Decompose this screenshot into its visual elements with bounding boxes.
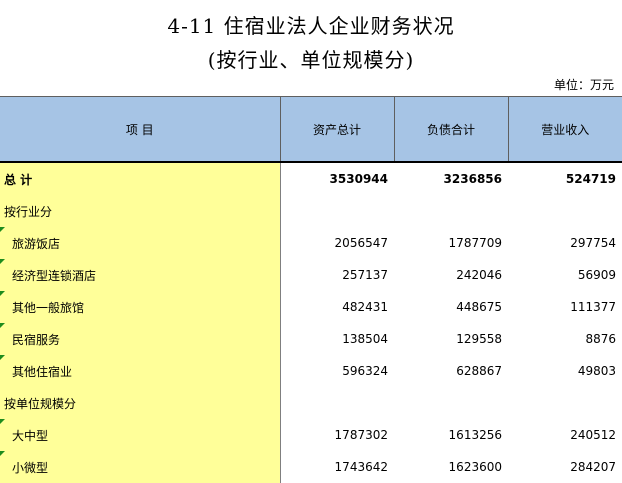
table-row: 民宿服务 138504 129558 8876: [0, 323, 622, 355]
cell-assets: 1787302: [334, 428, 388, 442]
row-label: 按行业分: [0, 195, 281, 227]
cell-revenue: 524719: [565, 172, 616, 186]
cell-liabilities: 1613256: [448, 428, 502, 442]
header-item: 项 目: [0, 96, 281, 163]
cell-liabilities: 1787709: [448, 236, 502, 250]
cell-liabilities: 3236856: [443, 172, 502, 186]
table-row: 大中型 1787302 1613256 240512: [0, 419, 622, 451]
comment-marker-icon: [0, 323, 5, 328]
row-label: 按单位规模分: [0, 387, 281, 419]
table-row: 其他一般旅馆 482431 448675 111377: [0, 291, 622, 323]
cell-assets: 138504: [342, 332, 388, 346]
cell-assets: [280, 195, 394, 227]
table-row: 按行业分: [0, 195, 622, 227]
page-subtitle: (按行业、单位规模分): [207, 48, 415, 72]
cell-revenue: 284207: [570, 460, 616, 474]
comment-marker-icon: [0, 451, 5, 456]
cell-liabilities: 628867: [456, 364, 502, 378]
cell-assets: 482431: [342, 300, 388, 314]
cell-liabilities: [394, 195, 508, 227]
page-title: 4-11 住宿业法人企业财务状况: [167, 14, 455, 38]
cell-assets: 257137: [342, 268, 388, 282]
comment-marker-icon: [0, 227, 5, 232]
cell-assets: 1743642: [334, 460, 388, 474]
cell-revenue: 8876: [585, 332, 616, 346]
table-row: 经济型连锁酒店 257137 242046 56909: [0, 259, 622, 291]
header-row: 项 目 资产总计 负债合计 营业收入: [0, 96, 622, 163]
cell-liabilities: 448675: [456, 300, 502, 314]
cell-assets: 596324: [342, 364, 388, 378]
cell-revenue: 49803: [577, 364, 616, 378]
finance-table: 项 目 资产总计 负债合计 营业收入 总 计 3530944 3236856 5…: [0, 96, 622, 483]
table-row: 总 计 3530944 3236856 524719: [0, 162, 622, 195]
cell-revenue: [508, 387, 622, 419]
row-label: 总 计: [0, 162, 281, 195]
cell-liabilities: 242046: [456, 268, 502, 282]
cell-liabilities: 1623600: [448, 460, 502, 474]
row-label: 小微型: [0, 451, 281, 483]
cell-revenue: 56909: [577, 268, 616, 282]
cell-revenue: [508, 195, 622, 227]
row-label: 民宿服务: [0, 323, 281, 355]
cell-assets: [280, 387, 394, 419]
unit-label: 单位：万元: [553, 78, 614, 92]
row-label: 其他一般旅馆: [0, 291, 281, 323]
cell-liabilities: 129558: [456, 332, 502, 346]
header-assets: 资产总计: [279, 96, 395, 163]
table-row: 按单位规模分: [0, 387, 622, 419]
row-label: 大中型: [0, 419, 281, 451]
comment-marker-icon: [0, 355, 5, 360]
comment-marker-icon: [0, 419, 5, 424]
table-row: 其他住宿业 596324 628867 49803: [0, 355, 622, 387]
cell-revenue: 297754: [570, 236, 616, 250]
comment-marker-icon: [0, 259, 5, 264]
header-liabilities: 负债合计: [393, 96, 509, 163]
cell-liabilities: [394, 387, 508, 419]
row-label: 旅游饭店: [0, 227, 281, 259]
cell-assets: 2056547: [334, 236, 388, 250]
table-row: 旅游饭店 2056547 1787709 297754: [0, 227, 622, 259]
header-revenue: 营业收入: [507, 96, 622, 163]
table-row: 小微型 1743642 1623600 284207: [0, 451, 622, 483]
cell-revenue: 111377: [570, 300, 616, 314]
cell-revenue: 240512: [570, 428, 616, 442]
cell-assets: 3530944: [329, 172, 388, 186]
row-label: 其他住宿业: [0, 355, 281, 387]
comment-marker-icon: [0, 291, 5, 296]
row-label: 经济型连锁酒店: [0, 259, 281, 291]
